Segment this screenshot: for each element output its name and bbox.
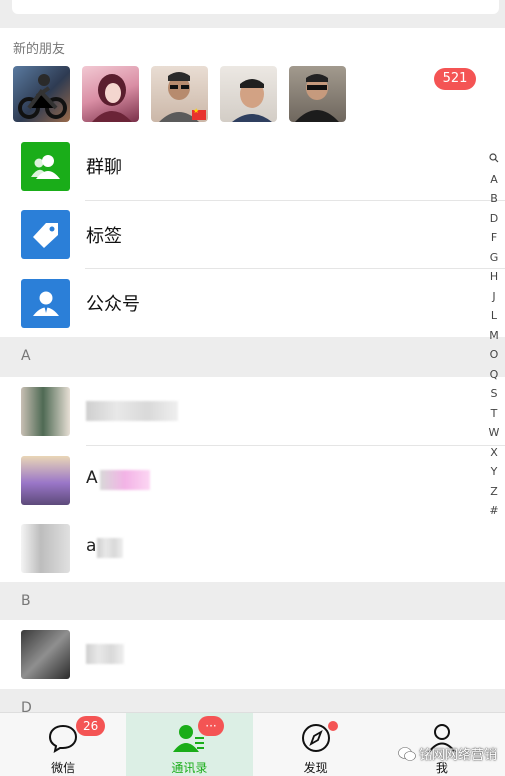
notification-dot xyxy=(327,721,338,731)
compass-icon xyxy=(301,724,330,752)
pixelated-name xyxy=(86,644,124,664)
avatar xyxy=(21,387,70,436)
index-letter[interactable]: D xyxy=(490,209,498,229)
contact-name: a xyxy=(86,536,97,556)
new-friends-title: 新的朋友 xyxy=(13,42,66,57)
pixelated-name xyxy=(100,470,150,490)
avatar-man-glasses xyxy=(151,66,208,122)
index-letter[interactable]: F xyxy=(491,228,497,248)
index-letter[interactable]: S xyxy=(491,384,498,404)
official-accounts-label: 公众号 xyxy=(86,294,140,316)
section-header-a: A xyxy=(0,337,505,377)
contact-row[interactable] xyxy=(0,377,505,446)
tab-label: 发现 xyxy=(303,761,328,775)
index-letter[interactable]: Y xyxy=(491,462,498,482)
chat-bubble-icon xyxy=(49,724,78,753)
index-letter[interactable]: Z xyxy=(490,482,498,502)
index-letter[interactable]: O xyxy=(490,345,499,365)
alphabet-index-bar[interactable]: A B D F G H J L M O Q S T W X Y Z # xyxy=(487,150,501,521)
index-letter[interactable]: A xyxy=(490,170,498,190)
index-letter[interactable]: Q xyxy=(490,365,499,385)
index-search-icon[interactable] xyxy=(489,150,499,170)
avatar xyxy=(21,524,70,573)
unread-count-badge: 26 xyxy=(76,716,106,736)
new-friends-panel[interactable]: 新的朋友 521 xyxy=(0,28,505,132)
section-letter: A xyxy=(21,348,31,364)
index-letter[interactable]: G xyxy=(490,248,499,268)
avatar-motorcycle xyxy=(13,66,70,122)
index-letter[interactable]: T xyxy=(491,404,498,424)
new-friends-count-badge: 521 xyxy=(434,68,476,90)
avatar xyxy=(21,630,70,679)
official-accounts-item[interactable]: 公众号 xyxy=(0,269,505,338)
contact-row[interactable]: A xyxy=(0,446,505,515)
tags-item[interactable]: 标签 xyxy=(0,201,505,270)
group-chat-label: 群聊 xyxy=(86,157,122,179)
tab-label: 微信 xyxy=(51,761,76,775)
avatar-man-sunglasses xyxy=(289,66,346,122)
watermark: 铭网网络营销 xyxy=(398,744,497,763)
tags-label: 标签 xyxy=(86,225,122,247)
function-list: 群聊 标签 公众号 xyxy=(0,132,505,338)
group-chat-item[interactable]: 群聊 xyxy=(0,132,505,201)
tab-contacts[interactable]: ··· 通讯录 xyxy=(126,713,253,776)
tab-discover[interactable]: 发现 xyxy=(253,713,379,776)
tab-label: 通讯录 xyxy=(171,761,208,775)
contact-row[interactable] xyxy=(0,620,505,689)
section-header-b: B xyxy=(0,582,505,622)
tab-chats[interactable]: 26 微信 xyxy=(0,713,126,776)
section-letter: B xyxy=(21,593,31,609)
watermark-text: 铭网网络营销 xyxy=(418,748,497,763)
group-chat-icon xyxy=(21,141,70,191)
avatar-young-man xyxy=(220,66,277,122)
contact-name: A xyxy=(86,468,98,488)
index-letter[interactable]: J xyxy=(492,287,495,307)
index-letter[interactable]: # xyxy=(489,501,498,521)
avatar-anime-girl xyxy=(82,66,139,122)
more-dots-badge: ··· xyxy=(198,716,224,736)
search-bar-area xyxy=(0,0,505,24)
search-bar[interactable] xyxy=(12,0,499,14)
wechat-logo-icon xyxy=(398,746,416,761)
index-letter[interactable]: H xyxy=(490,267,498,287)
index-letter[interactable]: B xyxy=(490,189,498,209)
index-letter[interactable]: L xyxy=(491,306,497,326)
tag-icon xyxy=(21,210,70,260)
pixelated-name xyxy=(86,401,178,421)
contact-row[interactable]: a xyxy=(0,514,505,583)
pixelated-name xyxy=(97,538,123,558)
avatar xyxy=(21,456,70,505)
index-letter[interactable]: M xyxy=(489,326,499,346)
index-letter[interactable]: W xyxy=(489,423,500,443)
index-letter[interactable]: X xyxy=(490,443,498,463)
china-flag-icon xyxy=(192,107,206,120)
official-account-icon xyxy=(21,278,70,328)
